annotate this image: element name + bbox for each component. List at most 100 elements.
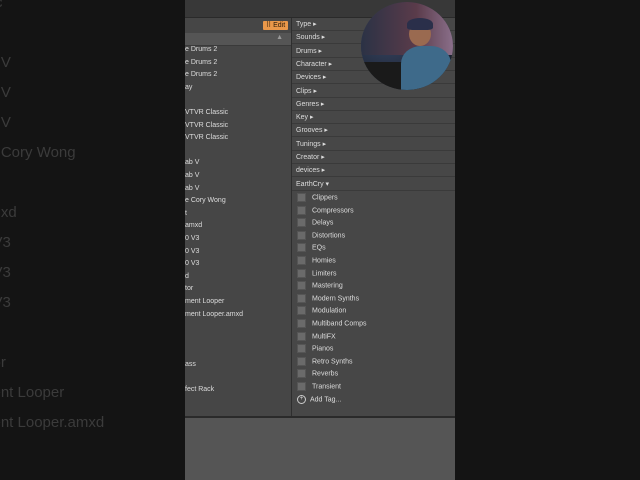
list-item[interactable]: ab V <box>185 185 199 192</box>
tag-checkbox[interactable] <box>297 268 306 278</box>
tag-label: Distortions <box>312 232 346 240</box>
tag-item[interactable]: Limiters <box>297 268 337 279</box>
background-row: ab V <box>0 114 11 131</box>
tag-label: Limiters <box>312 269 337 277</box>
tag-checkbox[interactable] <box>297 356 306 366</box>
tag-checkbox[interactable] <box>297 382 306 391</box>
tag-item[interactable]: Retro Synths <box>297 356 353 367</box>
tag-label: Pianos <box>312 345 334 353</box>
tag-item[interactable]: Mastering <box>297 281 343 291</box>
sort-ascending-icon[interactable]: ▲ <box>276 34 283 41</box>
tag-checkbox[interactable] <box>297 193 306 202</box>
tag-group[interactable]: Creator ▸ <box>292 152 455 164</box>
list-item[interactable]: ass <box>185 361 196 368</box>
list-item[interactable]: ab V <box>185 172 199 179</box>
tag-label: Transient <box>312 383 341 391</box>
list-item[interactable]: ment Looper <box>185 298 224 305</box>
list-item[interactable]: e Drums 2 <box>185 46 217 53</box>
tag-label: Retro Synths <box>312 358 353 366</box>
list-item[interactable]: e Cory Wong <box>185 197 226 204</box>
tag-checkbox[interactable] <box>297 306 306 316</box>
tag-checkbox[interactable] <box>297 230 306 240</box>
tag-item[interactable]: Pianos <box>297 344 333 354</box>
tag-item[interactable]: Homies <box>297 256 336 266</box>
tag-label: Compressors <box>312 206 354 214</box>
tag-checkbox[interactable] <box>297 331 306 341</box>
tag-label: Clippers <box>312 194 338 202</box>
tag-checkbox[interactable] <box>297 293 306 303</box>
tag-group[interactable]: EarthCry ▾ <box>292 179 455 191</box>
list-header[interactable]: ▲ <box>185 33 291 46</box>
tag-checkbox[interactable] <box>297 281 306 291</box>
tag-item[interactable]: Distortions <box>297 230 346 241</box>
list-item[interactable]: 0 V3 <box>185 235 199 242</box>
list-item[interactable]: ment Looper.amxd <box>185 311 243 318</box>
tag-checkbox[interactable] <box>297 319 306 328</box>
mouse-cursor-icon: ➤ <box>454 396 455 409</box>
tag-label: Delays <box>312 219 334 227</box>
tag-item[interactable]: EQs <box>297 243 326 253</box>
tag-group[interactable]: Key ▸ <box>292 112 455 125</box>
tag-checkbox[interactable] <box>297 218 306 228</box>
tag-item[interactable]: Modulation <box>297 306 346 316</box>
tag-checkbox[interactable] <box>297 369 306 379</box>
tag-label: Mastering <box>312 282 343 290</box>
tag-item[interactable]: Transient <box>297 382 341 392</box>
tag-group[interactable]: Genres ▸ <box>292 99 455 111</box>
list-item[interactable]: VTVR Classic <box>185 134 228 141</box>
list-item[interactable]: 0 V3 <box>185 260 199 267</box>
webcam-overlay <box>361 2 453 90</box>
background-row: ab V <box>0 84 11 101</box>
background-row: 0 V3 <box>0 234 11 251</box>
tag-group[interactable]: Grooves ▸ <box>292 125 455 138</box>
tag-item[interactable]: Reverbs <box>297 369 338 379</box>
tag-checkbox[interactable] <box>297 205 306 215</box>
list-item[interactable]: d <box>185 273 189 280</box>
background-row: ator <box>0 354 6 371</box>
plus-icon: + <box>297 395 306 404</box>
list-item[interactable]: t <box>185 210 187 217</box>
background-row: VTVR Classic <box>0 0 135 11</box>
edit-button[interactable]: ⠿ Edit <box>263 21 289 30</box>
tag-item[interactable]: Delays <box>297 218 333 228</box>
tag-item[interactable]: Clippers <box>297 193 338 203</box>
list-item[interactable]: e Drums 2 <box>185 71 217 78</box>
tag-label: Reverbs <box>312 370 339 378</box>
tag-item[interactable]: Modern Synths <box>297 293 360 304</box>
tag-label: MultiFX <box>312 332 336 340</box>
background-row: ab V <box>0 54 11 71</box>
list-item[interactable]: fect Rack <box>185 386 214 393</box>
bottom-area <box>185 416 455 480</box>
tag-checkbox[interactable] <box>297 256 306 265</box>
list-item[interactable]: 0 V3 <box>185 248 199 255</box>
tag-checkbox[interactable] <box>297 243 306 253</box>
background-row: amxd <box>0 204 17 221</box>
background-row: ment Looper.amxd <box>0 414 105 431</box>
background-row: d <box>0 324 135 341</box>
tag-label: Modulation <box>312 307 347 315</box>
tag-item[interactable]: MultiFX <box>297 331 336 342</box>
background-row: 0 V3 <box>0 264 11 281</box>
tag-group[interactable]: devices ▸ <box>292 165 455 178</box>
list-item[interactable]: e Drums 2 <box>185 59 217 66</box>
tag-label: EQs <box>312 244 326 252</box>
tag-item[interactable]: Compressors <box>297 205 354 216</box>
background-row: t <box>0 174 135 191</box>
list-item[interactable]: VTVR Classic <box>185 122 228 129</box>
tag-label: Multiband Comps <box>312 320 367 328</box>
tag-group[interactable]: Tunings ▸ <box>292 139 455 151</box>
list-item[interactable]: ay <box>185 84 192 91</box>
tag-checkbox[interactable] <box>297 344 306 354</box>
background-row: be Cory Wong <box>0 144 76 161</box>
blurred-background-right <box>455 0 640 480</box>
list-item[interactable]: VTVR Classic <box>185 109 228 116</box>
tag-label: Modern Synths <box>312 295 360 303</box>
browser-file-list[interactable]: ⠿ Edit ▲ e Drums 2 e Drums 2 e Drums 2 ay VT… <box>185 18 292 416</box>
background-row: 0 V3 <box>0 294 11 311</box>
list-item[interactable]: tor <box>185 285 193 292</box>
add-tag-button[interactable]: + Add Tag... <box>297 395 341 404</box>
tag-label: Homies <box>312 257 336 265</box>
list-item[interactable]: amxd <box>185 222 202 229</box>
list-item[interactable]: ab V <box>185 159 199 166</box>
tag-item[interactable]: Multiband Comps <box>297 319 366 329</box>
